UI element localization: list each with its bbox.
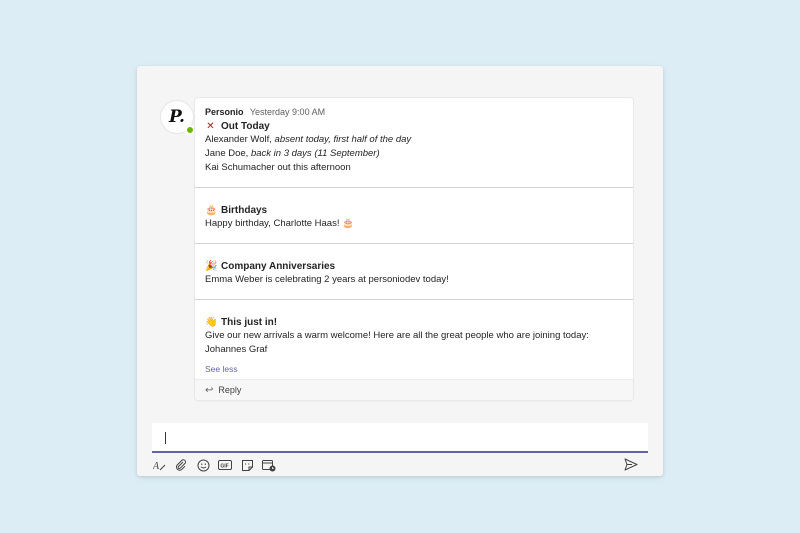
out-today-line: Jane Doe, back in 3 days (11 September) (205, 148, 380, 159)
party-popper-icon: 🎉 (205, 260, 218, 272)
reply-arrow-icon: ↩ (205, 384, 214, 396)
section-new-joiners: 👋 This just in! Give our new arrivals a … (205, 315, 623, 357)
section-anniversaries: 🎉 Company Anniversaries Emma Weber is ce… (205, 259, 623, 287)
svg-text:A: A (153, 461, 160, 472)
out-today-line: Kai Schumacher out this afternoon (205, 162, 351, 173)
sender-name[interactable]: Personio (205, 107, 244, 117)
divider (195, 187, 633, 188)
section-title: 👋 This just in! (205, 316, 278, 328)
section-title: 🎂 Birthdays (205, 204, 268, 216)
birthday-line: Happy birthday, Charlotte Haas! 🎂 (205, 218, 354, 229)
anniversary-line: Emma Weber is celebrating 2 years at per… (205, 274, 449, 285)
divider (195, 299, 633, 300)
message-timestamp: Yesterday 9:00 AM (249, 107, 326, 117)
presence-available-icon (185, 125, 195, 135)
out-today-line: Alexander Wolf, absent today, first half… (205, 134, 412, 145)
text-caret (165, 432, 166, 444)
see-less-link[interactable]: See less (205, 364, 238, 374)
section-title: ✕ Out Today (206, 120, 270, 132)
waving-hand-icon: 👋 (205, 316, 218, 328)
emoji-icon[interactable] (196, 458, 210, 472)
divider (195, 243, 633, 244)
send-icon[interactable] (624, 457, 638, 471)
cross-mark-icon: ✕ (206, 120, 215, 132)
compose-toolbar: A GIF (152, 457, 648, 473)
schedule-meeting-icon[interactable] (262, 458, 276, 472)
section-out-today: ✕ Out Today Alexander Wolf, absent today… (205, 119, 623, 175)
compose-message-input[interactable] (152, 423, 648, 453)
cake-icon: 🎂 (205, 204, 218, 216)
section-title: 🎉 Company Anniversaries (205, 260, 336, 272)
avatar[interactable]: P. (161, 101, 195, 135)
new-joiners-line: Give our new arrivals a warm welcome! He… (205, 330, 589, 341)
new-joiner-name: Johannes Graf (205, 344, 268, 355)
message-meta: Personio Yesterday 9:00 AM (205, 107, 325, 117)
gif-icon[interactable]: GIF (218, 458, 232, 472)
section-birthdays: 🎂 Birthdays Happy birthday, Charlotte Ha… (205, 203, 623, 231)
attach-icon[interactable] (174, 458, 188, 472)
svg-text:GIF: GIF (220, 463, 228, 469)
reply-label: Reply (218, 385, 242, 395)
message-card: Personio Yesterday 9:00 AM ✕ Out Today A… (195, 98, 633, 400)
teams-chat-window: P. Personio Yesterday 9:00 AM ✕ Out Toda… (137, 66, 663, 476)
format-icon[interactable]: A (152, 458, 166, 472)
avatar-letter: P. (169, 107, 185, 127)
sticker-icon[interactable] (240, 458, 254, 472)
reply-button[interactable]: ↩ Reply (195, 379, 633, 400)
